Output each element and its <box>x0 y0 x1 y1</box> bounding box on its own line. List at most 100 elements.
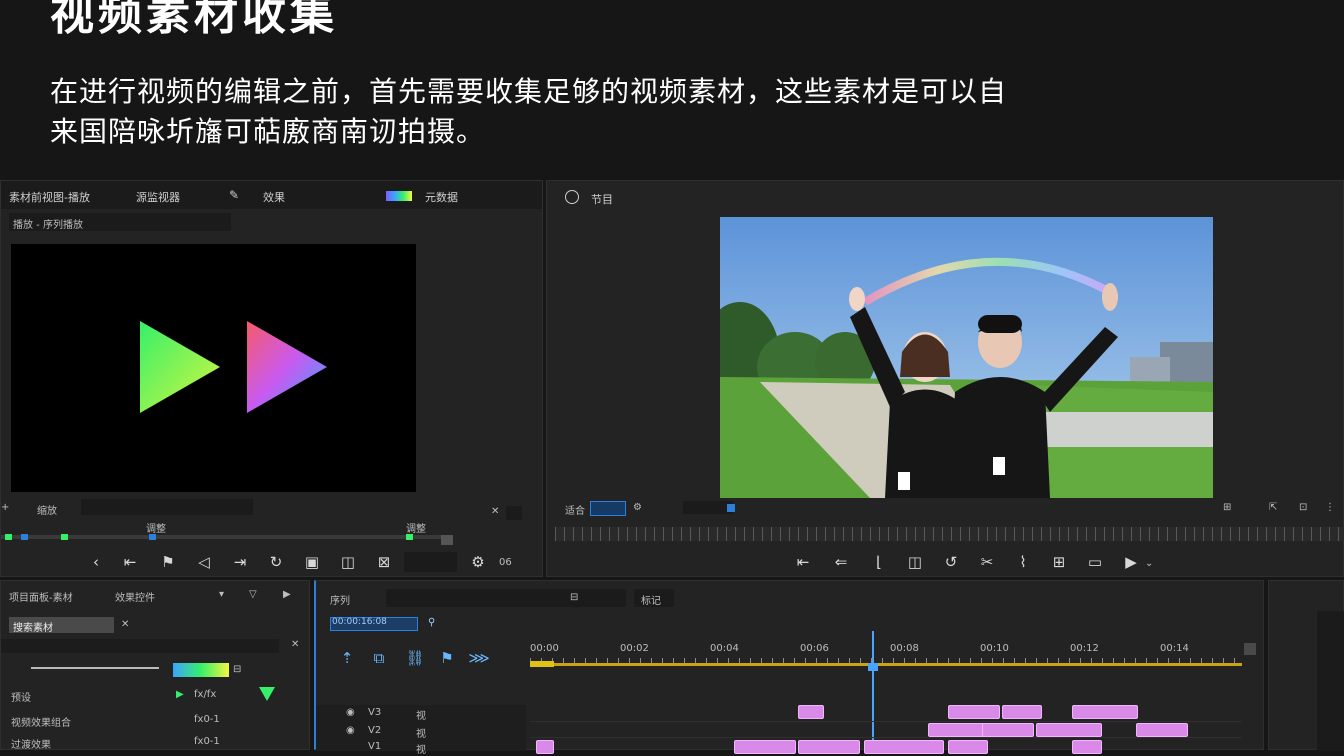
timeline-scroll-icon[interactable] <box>1244 643 1256 655</box>
ruler-label-7: 00:14 <box>1160 643 1189 654</box>
timeline-pin-icon[interactable]: ⚲ <box>428 617 435 628</box>
ruler-label-3: 00:06 <box>800 643 829 654</box>
program-video-frame[interactable] <box>720 217 1213 498</box>
link-icon[interactable]: ⛓ <box>404 647 426 669</box>
scrub-handle[interactable] <box>441 535 453 545</box>
program-menu-icon[interactable]: ⋮ <box>1325 502 1335 513</box>
clip[interactable] <box>1036 723 1102 737</box>
color-bar <box>173 663 229 677</box>
project-column-header <box>1 639 279 653</box>
overwrite-icon[interactable]: ◫ <box>337 551 359 573</box>
clip[interactable] <box>1136 723 1188 737</box>
source-adjust-right: 调整 <box>406 524 426 535</box>
source-add-icon[interactable]: + <box>1 502 9 513</box>
wrench-icon[interactable]: ⋙ <box>468 647 490 669</box>
mark-in-icon[interactable]: ⇤ <box>119 551 141 573</box>
video-effects-value: fx0-1 <box>194 714 220 725</box>
work-area-bar[interactable] <box>530 663 1242 666</box>
timeline-name-field[interactable] <box>386 589 626 607</box>
extract-icon[interactable]: ◫ <box>904 551 926 573</box>
step-icon[interactable]: ⇥ <box>229 551 251 573</box>
play-options-icon[interactable]: ⌄ <box>1145 558 1153 569</box>
filter-down-icon[interactable]: ▽ <box>249 589 257 600</box>
tab-effect-controls[interactable]: 效果控件 <box>115 589 155 604</box>
filter-icon[interactable]: ▾ <box>219 589 224 600</box>
close-panel-icon[interactable]: ✕ <box>291 639 299 650</box>
tab-markers[interactable]: 标记 <box>641 592 661 607</box>
timeline-ruler[interactable]: 00:00 00:02 00:04 00:06 00:08 00:10 00:1… <box>530 643 1258 657</box>
clip[interactable] <box>948 705 1000 719</box>
tab-effects[interactable]: 效果 <box>263 189 285 205</box>
marker-icon[interactable]: ⚑ <box>436 647 458 669</box>
video-effects-label: 视频效果组合 <box>11 718 71 729</box>
tab-source-monitor[interactable]: 源监视器 <box>136 189 180 205</box>
work-area-start[interactable] <box>530 661 554 667</box>
clip[interactable] <box>1072 740 1102 754</box>
lift-icon[interactable]: ⌊ <box>868 551 890 573</box>
timeline-title: 序列 <box>330 596 350 607</box>
source-monitor-panel: 素材前视图-播放 源监视器 ✎ 效果 元数据 播放 - 序列播放 ✕ + 缩放 … <box>0 180 543 577</box>
track-v3-toggle[interactable]: ◉ <box>346 707 355 718</box>
snap-icon[interactable]: ⧉ <box>368 647 390 669</box>
program-resize-icon[interactable]: ⊞ <box>1223 502 1231 513</box>
play-icon[interactable]: ▶ <box>1120 551 1142 573</box>
project-panel: 项目面板-素材 效果控件 ▾ ▽ ▶ 搜索素材 ✕ ✕ ⊟ 预设 ▶ fx/fx… <box>0 580 310 751</box>
clip[interactable] <box>1002 705 1042 719</box>
keyframe-green-icon[interactable] <box>259 687 275 701</box>
playhead-handle[interactable] <box>868 663 878 671</box>
clip[interactable] <box>798 740 860 754</box>
ruler-label-4: 00:08 <box>890 643 919 654</box>
comparison-icon[interactable]: ⊞ <box>1048 551 1070 573</box>
go-in-icon[interactable]: ⇐ <box>830 551 852 573</box>
clip[interactable] <box>798 705 824 719</box>
source-adjust-left: 调整 <box>146 524 166 535</box>
program-camera-icon[interactable]: ⊡ <box>1299 502 1307 513</box>
source-preview-screen[interactable] <box>11 244 416 492</box>
clear-search-icon[interactable]: ✕ <box>121 619 129 630</box>
clip[interactable] <box>1072 705 1138 719</box>
loop-icon[interactable]: ↻ <box>265 551 287 573</box>
cut-icon[interactable]: ✂ <box>976 551 998 573</box>
settings-icon[interactable]: ⚙ <box>467 551 489 573</box>
intro-text-line-2: 来国陪咏圻旛可萜廒商南讱拍摄。 <box>50 115 486 148</box>
source-timecode-field[interactable] <box>404 552 457 572</box>
preset-value: fx/fx <box>194 689 217 700</box>
track-v2-toggle[interactable]: ◉ <box>346 725 355 736</box>
clip[interactable] <box>864 740 944 754</box>
rotate-icon[interactable]: ↺ <box>940 551 962 573</box>
export-frame-icon[interactable]: ⊠ <box>373 551 395 573</box>
program-quality-field[interactable] <box>683 501 733 514</box>
program-export-icon[interactable]: ⇱ <box>1269 502 1277 513</box>
program-video-image <box>720 217 1213 498</box>
source-box-icon[interactable] <box>506 506 522 520</box>
playhead[interactable] <box>872 631 874 751</box>
program-settings-icon[interactable]: ⚙ <box>633 502 642 513</box>
safe-margins-icon[interactable]: ▭ <box>1084 551 1106 573</box>
clip[interactable] <box>734 740 796 754</box>
clip[interactable] <box>536 740 554 754</box>
tab-source-preview[interactable]: 素材前视图-播放 <box>9 189 90 205</box>
arrow-up-icon[interactable]: ⇡ <box>336 647 358 669</box>
tab-project[interactable]: 项目面板-素材 <box>9 589 73 604</box>
chevron-left-icon[interactable]: ‹ <box>85 551 107 573</box>
ruler-label-5: 00:10 <box>980 643 1009 654</box>
tab-metadata[interactable]: 元数据 <box>425 189 458 205</box>
transition-label: 过渡效果 <box>11 740 51 751</box>
source-collapse-icon[interactable]: ✕ <box>491 506 499 517</box>
bookmark-icon[interactable]: ⚑ <box>157 551 179 573</box>
insert-icon[interactable]: ▣ <box>301 551 323 573</box>
clip[interactable] <box>928 723 988 737</box>
clip[interactable] <box>948 740 988 754</box>
zoom-slider[interactable] <box>31 667 159 669</box>
program-scrub-ruler[interactable] <box>555 527 1344 541</box>
program-zoom-field[interactable] <box>590 501 626 516</box>
source-zoom-field[interactable] <box>81 499 253 515</box>
marker-blue-1 <box>21 534 28 540</box>
clip[interactable] <box>982 723 1034 737</box>
quality-indicator <box>727 504 735 512</box>
step-back-icon[interactable]: ◁ <box>193 551 215 573</box>
pencil-icon[interactable]: ✎ <box>226 187 242 203</box>
expand-icon[interactable]: ▶ <box>283 589 291 600</box>
trim-icon[interactable]: ⌇ <box>1012 551 1034 573</box>
mark-out-icon[interactable]: ⇤ <box>792 551 814 573</box>
